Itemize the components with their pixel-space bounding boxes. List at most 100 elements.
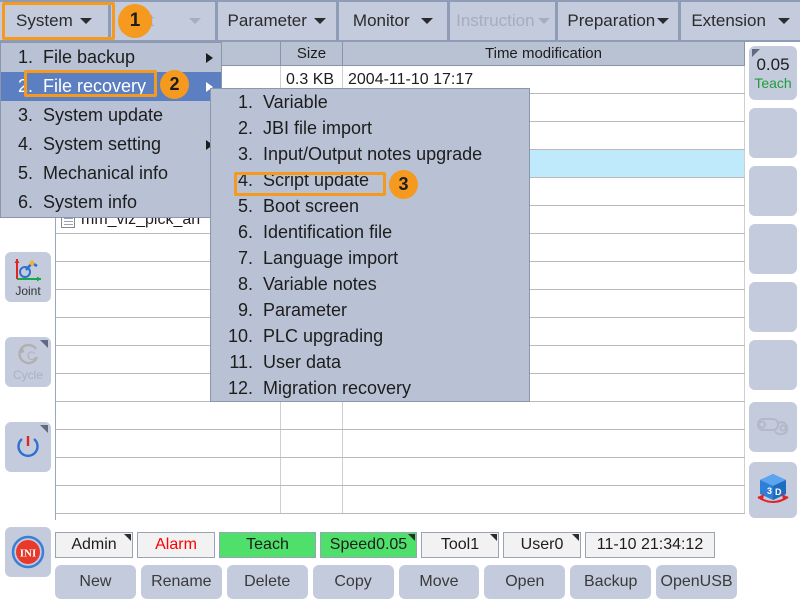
cell-file-name	[56, 402, 281, 429]
status-label: Alarm	[155, 536, 197, 553]
cell-file-name	[56, 458, 281, 485]
menu-label: Instruction	[456, 11, 535, 30]
right-rail-button-4[interactable]	[749, 224, 797, 274]
callout-badge-2: 2	[160, 70, 189, 99]
chevron-down-icon	[79, 18, 92, 24]
toolbar-button-move[interactable]: Move	[398, 565, 480, 599]
submenu-item-plc-upgrading[interactable]: 10. PLC upgrading	[211, 323, 529, 349]
3d-cube-icon: 3 D	[757, 474, 789, 503]
toolbar-button-openusb[interactable]: OpenUSB	[656, 565, 737, 599]
svg-text:INI: INI	[20, 548, 37, 560]
column-header-time[interactable]: Time modification	[343, 42, 745, 65]
system-menu-item-file-backup[interactable]: 1. File backup	[1, 43, 221, 72]
chevron-down-icon	[188, 18, 201, 24]
status-badge-admin[interactable]: Admin	[55, 532, 133, 558]
submenu-item-identification-file[interactable]: 6. Identification file	[211, 219, 529, 245]
toolbar-button-copy[interactable]: Copy	[312, 565, 394, 599]
menu-item-label: Variable notes	[263, 273, 377, 294]
status-badge-speed0-05[interactable]: Speed0.05	[320, 532, 417, 558]
submenu-item-user-data[interactable]: 11. User data	[211, 349, 529, 375]
toolbar-button-rename[interactable]: Rename	[140, 565, 222, 599]
rail-button-power[interactable]	[5, 422, 51, 472]
menu-item-number: 2.	[17, 76, 33, 96]
rail-button-cycle[interactable]: C Cycle	[5, 337, 51, 387]
robot-joint-icon	[14, 258, 41, 281]
table-row[interactable]	[56, 458, 745, 486]
menu-item-label: Boot screen	[263, 195, 360, 216]
menu-system[interactable]: System	[0, 2, 108, 40]
menu-label: System	[16, 11, 73, 30]
column-header-size[interactable]: Size	[281, 42, 343, 65]
status-label: Teach	[246, 536, 289, 553]
right-rail-button-5[interactable]	[749, 282, 797, 332]
speed-teach-button[interactable]: 0.05 Teach	[749, 46, 797, 100]
cell-file-size	[281, 458, 343, 485]
menu-preparation[interactable]: Preparation	[558, 2, 679, 40]
submenu-item-migration-recovery[interactable]: 12. Migration recovery	[211, 375, 529, 401]
status-badge-alarm[interactable]: Alarm	[137, 532, 215, 558]
status-bar: Admin Alarm Teach Speed0.05 Tool1 User0 11-10 …	[55, 530, 800, 560]
table-row[interactable]	[56, 430, 745, 458]
corner-indicator-icon	[490, 534, 497, 541]
menu-item-label: Script update	[263, 169, 370, 190]
menu-item-label: System setting	[43, 134, 162, 154]
right-rail-button-3d-view[interactable]: 3 D	[749, 462, 797, 518]
menu-label: Extension	[691, 11, 766, 30]
toolbar-button-backup[interactable]: Backup	[570, 565, 652, 599]
submenu-item-script-update[interactable]: 4. Script update	[211, 167, 529, 193]
menu-item-label: System update	[43, 105, 164, 125]
system-menu-item-system-info[interactable]: 6. System info	[1, 188, 221, 217]
chevron-down-icon	[537, 18, 550, 24]
status-label: User0	[520, 536, 564, 553]
toolbar-button-open[interactable]: Open	[484, 565, 566, 599]
callout-badge-3: 3	[389, 170, 418, 199]
chevron-down-icon	[777, 18, 790, 24]
rail-button-ini[interactable]: INI	[5, 527, 51, 577]
rail-button-joint[interactable]: Joint	[5, 252, 51, 302]
menu-item-label: PLC upgrading	[263, 325, 384, 346]
system-menu-item-mechanical-info[interactable]: 5. Mechanical info	[1, 159, 221, 188]
file-recovery-submenu[interactable]: 1. Variable 2. JBI file import 3. Input/Outpu…	[210, 88, 530, 402]
menu-extension[interactable]: Extension	[681, 2, 800, 40]
svg-text:C: C	[27, 349, 36, 363]
menu-item-number: 3.	[17, 105, 33, 125]
submenu-item-language-import[interactable]: 7. Language import	[211, 245, 529, 271]
application-window: SystemEditParameterMonitorInstructionPre…	[0, 0, 800, 601]
menu-item-label: Language import	[263, 247, 399, 268]
menu-item-number: 9.	[237, 299, 253, 320]
teach-pendant-icon	[757, 418, 789, 436]
status-badge-teach[interactable]: Teach	[219, 532, 316, 558]
speed-value: 0.05	[756, 55, 790, 74]
toolbar-button-new[interactable]: New	[55, 565, 136, 599]
menu-item-number: 6.	[237, 221, 253, 242]
right-rail-button-teach-pendant[interactable]	[749, 402, 797, 452]
cycle-icon: C	[18, 343, 39, 364]
corner-indicator-icon	[752, 49, 760, 57]
menu-item-number: 3.	[237, 143, 253, 164]
corner-indicator-icon	[408, 534, 415, 541]
right-rail-button-6[interactable]	[749, 340, 797, 390]
ini-icon: INI	[11, 535, 45, 569]
table-row[interactable]	[56, 486, 745, 514]
right-rail-button-3[interactable]	[749, 166, 797, 216]
status-badge-tool1[interactable]: Tool1	[421, 532, 499, 558]
submenu-item-variable-notes[interactable]: 8. Variable notes	[211, 271, 529, 297]
menu-monitor[interactable]: Monitor	[338, 2, 448, 40]
system-dropdown-menu[interactable]: 1. File backup 2. File recovery 3. System upd…	[0, 42, 222, 218]
toolbar-button-delete[interactable]: Delete	[226, 565, 308, 599]
corner-indicator-icon	[40, 340, 48, 348]
table-row[interactable]	[56, 402, 745, 430]
submenu-item-jbi-file-import[interactable]: 2. JBI file import	[211, 115, 529, 141]
system-menu-item-system-setting[interactable]: 4. System setting	[1, 130, 221, 159]
submenu-item-input-output-notes-upgrade[interactable]: 3. Input/Output notes upgrade	[211, 141, 529, 167]
submenu-item-parameter[interactable]: 9. Parameter	[211, 297, 529, 323]
submenu-item-variable[interactable]: 1. Variable	[211, 89, 529, 115]
status-badge-11-10-21-34-12[interactable]: 11-10 21:34:12	[585, 532, 715, 558]
right-rail-button-2[interactable]	[749, 108, 797, 158]
system-menu-item-system-update[interactable]: 3. System update	[1, 101, 221, 130]
submenu-item-boot-screen[interactable]: 5. Boot screen	[211, 193, 529, 219]
menu-item-number: 1.	[237, 91, 253, 112]
menu-parameter[interactable]: Parameter	[217, 2, 336, 40]
menu-item-number: 1.	[17, 47, 33, 67]
status-badge-user0[interactable]: User0	[503, 532, 581, 558]
